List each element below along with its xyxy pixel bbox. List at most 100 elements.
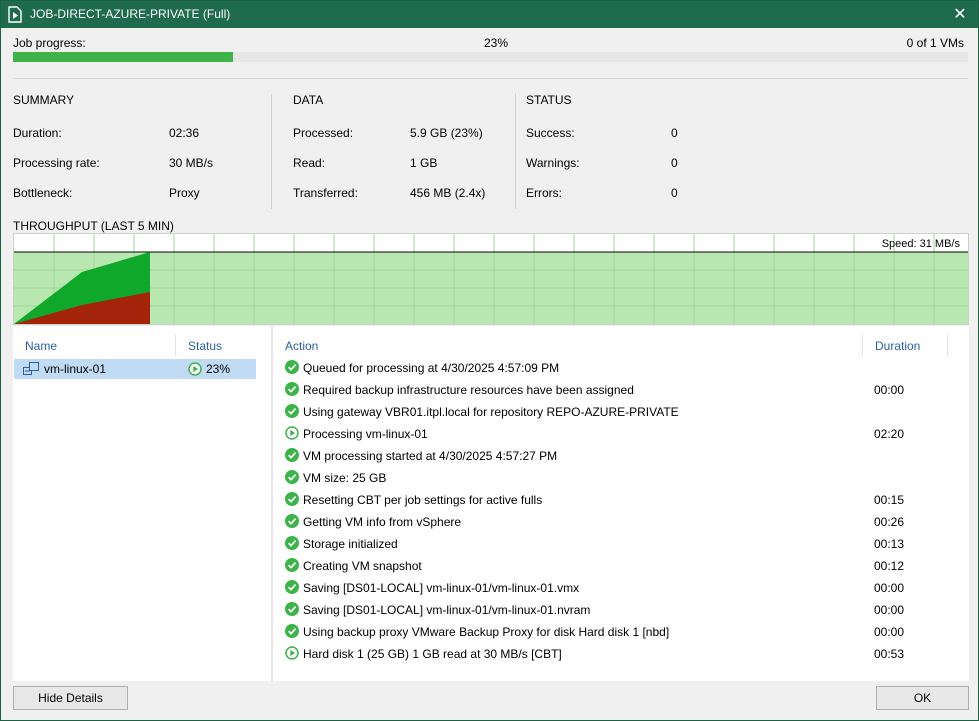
action-text: Getting VM info from vSphere	[303, 515, 462, 529]
column-separator[interactable]	[175, 334, 176, 356]
action-text: Queued for processing at 4/30/2025 4:57:…	[303, 361, 560, 375]
column-header-duration[interactable]: Duration	[875, 339, 920, 353]
action-duration: 00:26	[874, 515, 905, 529]
action-duration: 00:00	[874, 581, 905, 595]
success-icon	[285, 382, 299, 396]
job-progress-percent: 23%	[484, 36, 509, 50]
status-label: Success:	[526, 126, 575, 140]
window-title: JOB-DIRECT-AZURE-PRIVATE (Full)	[30, 7, 231, 21]
summary-value: 30 MB/s	[169, 156, 214, 170]
column-header-action[interactable]: Action	[285, 339, 318, 353]
summary-value: Proxy	[169, 186, 200, 200]
status-value: 0	[671, 126, 678, 140]
action-duration: 00:53	[874, 647, 905, 661]
status-title: STATUS	[526, 93, 572, 107]
divider	[271, 94, 272, 209]
speed-label: Speed: 31 MB/s	[881, 238, 960, 250]
success-icon	[285, 360, 299, 374]
data-value: 456 MB (2.4x)	[410, 186, 486, 200]
vm-status: 23%	[206, 362, 231, 376]
action-text: Storage initialized	[303, 537, 398, 551]
action-duration: 00:00	[874, 383, 905, 397]
summary-title: SUMMARY	[13, 93, 75, 107]
column-separator[interactable]	[862, 334, 863, 356]
throughput-title: THROUGHPUT (LAST 5 MIN)	[13, 219, 174, 233]
action-text: Creating VM snapshot	[303, 559, 422, 573]
action-row[interactable]: Creating VM snapshot 00:12	[273, 555, 969, 577]
action-row[interactable]: VM processing started at 4/30/2025 4:57:…	[273, 445, 969, 467]
action-row[interactable]: Required backup infrastructure resources…	[273, 379, 969, 401]
column-header-status[interactable]: Status	[188, 339, 222, 353]
action-text: VM processing started at 4/30/2025 4:57:…	[303, 449, 558, 463]
status-label: Errors:	[526, 186, 562, 200]
success-icon	[285, 624, 299, 638]
running-icon	[285, 426, 299, 440]
action-row[interactable]: Processing vm-linux-01 02:20	[273, 423, 969, 445]
title-bar[interactable]: JOB-DIRECT-AZURE-PRIVATE (Full) ✕	[1, 1, 978, 28]
action-text: Saving [DS01-LOCAL] vm-linux-01/vm-linux…	[303, 581, 580, 595]
data-label: Processed:	[293, 126, 354, 140]
summary-label: Duration:	[13, 126, 62, 140]
column-header-name[interactable]: Name	[25, 339, 57, 353]
job-progress-vm-count: 0 of 1 VMs	[906, 36, 964, 50]
data-value: 1 GB	[410, 156, 438, 170]
action-duration: 00:00	[874, 625, 905, 639]
action-duration: 00:12	[874, 559, 905, 573]
ok-button[interactable]: OK	[876, 686, 969, 710]
action-text: Using backup proxy VMware Backup Proxy f…	[303, 625, 670, 639]
divider	[13, 78, 968, 79]
success-icon	[285, 580, 299, 594]
summary-label: Processing rate:	[13, 156, 100, 170]
vm-name: vm-linux-01	[44, 362, 107, 376]
success-icon	[285, 536, 299, 550]
action-text: Saving [DS01-LOCAL] vm-linux-01/vm-linux…	[303, 603, 591, 617]
job-progress-label: Job progress:	[13, 36, 86, 50]
action-row[interactable]: Resetting CBT per job settings for activ…	[273, 489, 969, 511]
throughput-chart-svg	[14, 234, 968, 324]
action-duration: 00:00	[874, 603, 905, 617]
column-separator[interactable]	[947, 334, 948, 356]
running-icon	[285, 646, 299, 660]
job-icon	[8, 6, 22, 23]
success-icon	[285, 448, 299, 462]
throughput-chart: Speed: 31 MB/s	[13, 233, 969, 325]
action-row[interactable]: Storage initialized 00:13	[273, 533, 969, 555]
data-label: Transferred:	[293, 186, 358, 200]
job-details-window: JOB-DIRECT-AZURE-PRIVATE (Full) ✕ Job pr…	[0, 0, 979, 721]
action-text: Processing vm-linux-01	[303, 427, 428, 441]
close-icon: ✕	[953, 6, 967, 23]
job-progress-bar	[13, 52, 968, 62]
data-label: Read:	[293, 156, 326, 170]
action-duration: 02:20	[874, 427, 905, 441]
action-row[interactable]: VM size: 25 GB	[273, 467, 969, 489]
success-icon	[285, 514, 299, 528]
action-row[interactable]: Saving [DS01-LOCAL] vm-linux-01/vm-linux…	[273, 577, 969, 599]
close-button[interactable]: ✕	[942, 1, 978, 28]
success-icon	[285, 470, 299, 484]
summary-label: Bottleneck:	[13, 186, 73, 200]
action-duration: 00:13	[874, 537, 905, 551]
action-duration: 00:15	[874, 493, 905, 507]
hide-details-button[interactable]: Hide Details	[13, 686, 128, 710]
action-row[interactable]: Hard disk 1 (25 GB) 1 GB read at 30 MB/s…	[273, 643, 969, 665]
status-label: Warnings:	[526, 156, 580, 170]
action-row[interactable]: Saving [DS01-LOCAL] vm-linux-01/vm-linux…	[273, 599, 969, 621]
content-area: Job progress: 23% 0 of 1 VMs SUMMARY Dur…	[2, 28, 977, 720]
running-icon	[188, 362, 202, 376]
action-row[interactable]: Getting VM info from vSphere 00:26	[273, 511, 969, 533]
vm-icon	[23, 362, 39, 375]
action-row[interactable]: Using backup proxy VMware Backup Proxy f…	[273, 621, 969, 643]
vm-list-item[interactable]: vm-linux-01 23%	[14, 359, 256, 379]
data-title: DATA	[293, 93, 324, 107]
vm-list-panel: Name Status vm-linux-01 23%	[13, 326, 271, 681]
data-value: 5.9 GB (23%)	[410, 126, 483, 140]
action-row[interactable]: Queued for processing at 4/30/2025 4:57:…	[273, 357, 969, 379]
action-text: Required backup infrastructure resources…	[303, 383, 634, 397]
action-text: VM size: 25 GB	[303, 471, 387, 485]
action-row[interactable]: Using gateway VBR01.itpl.local for repos…	[273, 401, 969, 423]
success-icon	[285, 492, 299, 506]
action-text: Using gateway VBR01.itpl.local for repos…	[303, 405, 679, 419]
divider	[515, 94, 516, 209]
summary-value: 02:36	[169, 126, 200, 140]
job-progress-fill	[13, 52, 233, 62]
